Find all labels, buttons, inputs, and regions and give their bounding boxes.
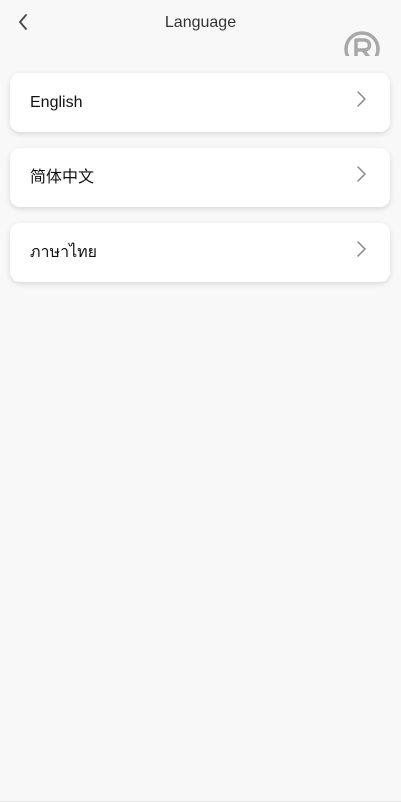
chevron-right-icon <box>357 91 366 107</box>
language-item-simplified-chinese[interactable]: 简体中文 <box>10 148 390 207</box>
language-item-english[interactable]: English <box>10 73 390 132</box>
language-item-thai[interactable]: ภาษาไทย <box>10 223 390 282</box>
language-label: 简体中文 <box>30 169 95 186</box>
language-label: ภาษาไทย <box>30 244 98 261</box>
page-title: Language <box>164 14 237 31</box>
chevron-right-icon <box>357 241 366 257</box>
language-label: English <box>30 94 83 111</box>
chevron-right-icon <box>357 166 366 182</box>
language-list: English 简体中文 ภาษาไทย <box>10 73 390 298</box>
header-bar: Language <box>0 0 401 56</box>
registered-trademark-logo <box>343 30 381 56</box>
